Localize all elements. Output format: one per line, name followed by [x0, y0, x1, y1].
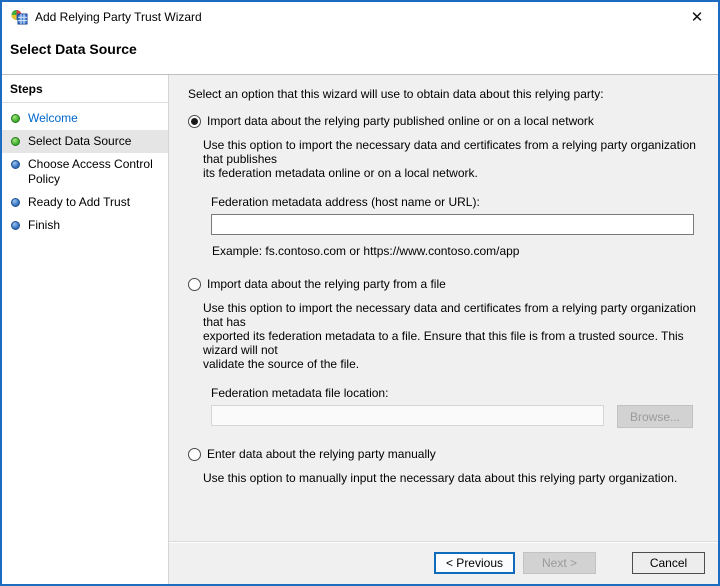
step-status-dot-icon	[11, 114, 20, 123]
browse-button: Browse...	[617, 405, 693, 428]
wizard-window: Add Relying Party Trust Wizard ✕ Select …	[0, 0, 720, 586]
step-label: Select Data Source	[28, 134, 132, 148]
wizard-app-icon	[11, 10, 28, 25]
main-content: Select an option that this wizard will u…	[168, 75, 718, 584]
step-status-dot-icon	[11, 160, 20, 169]
page-title: Select Data Source	[10, 41, 137, 57]
radio-button-icon[interactable]	[188, 448, 201, 461]
sidebar-item-welcome[interactable]: Welcome	[2, 107, 168, 130]
step-status-dot-icon	[11, 221, 20, 230]
metadata-file-input	[211, 405, 604, 426]
title-bar: Add Relying Party Trust Wizard ✕	[2, 2, 718, 32]
window-title: Add Relying Party Trust Wizard	[35, 10, 202, 24]
sidebar-item-finish: Finish	[2, 214, 168, 237]
sidebar-item-select-data-source[interactable]: Select Data Source	[2, 130, 168, 153]
step-label: Welcome	[28, 111, 78, 125]
sidebar-item-choose-access-control-policy: Choose Access Control Policy	[2, 153, 168, 191]
metadata-address-label: Federation metadata address (host name o…	[211, 195, 480, 209]
step-label: Choose Access Control Policy	[28, 157, 153, 186]
step-label: Finish	[28, 218, 61, 232]
previous-button[interactable]: < Previous	[433, 552, 515, 574]
option-import-file[interactable]: Import data about the relying party from…	[188, 277, 706, 292]
sidebar-item-ready-to-add-trust: Ready to Add Trust	[2, 191, 168, 214]
steps-sidebar: Steps Welcome Select Data Source Choose …	[2, 75, 168, 584]
wizard-footer: < Previous Next > Cancel	[169, 541, 718, 584]
radio-button-icon[interactable]	[188, 278, 201, 291]
option-import-online[interactable]: Import data about the relying party publ…	[188, 114, 706, 129]
option-label[interactable]: Import data about the relying party publ…	[207, 114, 594, 129]
option-label[interactable]: Enter data about the relying party manua…	[207, 447, 436, 462]
intro-text: Select an option that this wizard will u…	[188, 87, 604, 101]
example-text: Example: fs.contoso.com or https://www.c…	[212, 244, 520, 258]
option-description: Use this option to import the necessary …	[203, 138, 696, 180]
next-button: Next >	[523, 552, 596, 574]
option-enter-manually[interactable]: Enter data about the relying party manua…	[188, 447, 706, 462]
close-button[interactable]: ✕	[682, 4, 712, 30]
close-icon: ✕	[690, 8, 704, 26]
page-header: Select Data Source	[2, 32, 718, 75]
option-description: Use this option to import the necessary …	[203, 301, 696, 371]
step-status-dot-icon	[11, 198, 20, 207]
metadata-address-input[interactable]	[211, 214, 694, 235]
step-status-dot-icon	[11, 137, 20, 146]
option-label[interactable]: Import data about the relying party from…	[207, 277, 446, 292]
radio-button-icon[interactable]	[188, 115, 201, 128]
option-description: Use this option to manually input the ne…	[203, 471, 678, 485]
cancel-button[interactable]: Cancel	[632, 552, 705, 574]
metadata-file-label: Federation metadata file location:	[211, 386, 389, 400]
steps-heading: Steps	[2, 75, 168, 103]
step-label: Ready to Add Trust	[28, 195, 131, 209]
